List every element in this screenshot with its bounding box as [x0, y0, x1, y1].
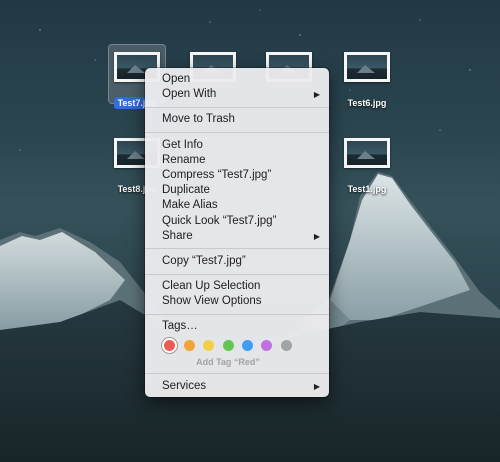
menu-item-label: Rename — [162, 153, 206, 166]
tag-dot-red[interactable] — [164, 339, 175, 351]
menu-item-compress[interactable]: Compress “Test7.jpg” — [145, 168, 329, 183]
menu-item-label: Show View Options — [162, 295, 262, 308]
add-tag-hint: Add Tag “Red” — [196, 356, 260, 367]
menu-item-make-alias[interactable]: Make Alias — [145, 198, 329, 213]
menu-item-label: Quick Look “Test7.jpg” — [162, 214, 277, 227]
tag-dot-blue[interactable] — [242, 339, 253, 351]
submenu-arrow-icon: ▶ — [313, 90, 320, 100]
menu-separator — [145, 313, 329, 315]
tag-color-row — [145, 335, 329, 357]
menu-item-open[interactable]: Open — [145, 72, 329, 87]
context-menu: Open Open With ▶ Move to Trash Get Info R… — [145, 68, 329, 397]
menu-item-label: Get Info — [162, 138, 203, 151]
submenu-arrow-icon: ▶ — [313, 381, 320, 391]
menu-item-duplicate[interactable]: Duplicate — [145, 183, 329, 198]
file-label: Test1.jpg — [347, 184, 387, 194]
menu-separator — [145, 248, 329, 250]
file-label: Test6.jpg — [347, 98, 387, 108]
tag-dot-green[interactable] — [223, 339, 234, 351]
menu-separator — [145, 373, 329, 375]
menu-separator — [145, 106, 329, 108]
menu-item-move-to-trash[interactable]: Move to Trash — [145, 112, 329, 127]
menu-separator — [145, 273, 329, 275]
tag-dot-yellow[interactable] — [203, 339, 214, 351]
menu-item-tags[interactable]: Tags… — [145, 319, 329, 334]
menu-item-label: Make Alias — [162, 199, 218, 212]
menu-item-rename[interactable]: Rename — [145, 153, 329, 168]
menu-item-label: Move to Trash — [162, 113, 235, 126]
menu-item-label: Services — [162, 379, 207, 392]
tag-dot-purple[interactable] — [261, 339, 272, 351]
menu-item-label: Share — [162, 229, 193, 242]
submenu-arrow-icon: ▶ — [313, 231, 320, 241]
menu-item-show-view-options[interactable]: Show View Options — [145, 294, 329, 309]
menu-item-label: Copy “Test7.jpg” — [162, 254, 246, 267]
menu-item-share[interactable]: Share ▶ — [145, 229, 329, 244]
menu-item-clean-up-selection[interactable]: Clean Up Selection — [145, 279, 329, 294]
image-thumbnail — [344, 52, 390, 82]
menu-item-services[interactable]: Services ▶ — [145, 379, 329, 394]
menu-item-copy[interactable]: Copy “Test7.jpg” — [145, 254, 329, 269]
menu-item-label: Open With — [162, 88, 217, 101]
menu-item-quick-look[interactable]: Quick Look “Test7.jpg” — [145, 214, 329, 229]
menu-separator — [145, 132, 329, 134]
menu-item-get-info[interactable]: Get Info — [145, 138, 329, 153]
menu-item-label: Compress “Test7.jpg” — [162, 168, 272, 181]
image-thumbnail — [344, 138, 390, 168]
menu-item-open-with[interactable]: Open With ▶ — [145, 87, 329, 102]
menu-item-label: Duplicate — [162, 184, 210, 197]
tag-dot-orange[interactable] — [184, 339, 195, 351]
menu-item-label: Tags… — [162, 320, 198, 333]
desktop[interactable]: Test7.jpg Test6.jpg Test8.jpg Test1.jpg … — [0, 0, 500, 462]
menu-item-label: Clean Up Selection — [162, 280, 261, 293]
menu-item-label: Open — [162, 73, 191, 85]
tag-dot-gray[interactable] — [281, 339, 292, 351]
